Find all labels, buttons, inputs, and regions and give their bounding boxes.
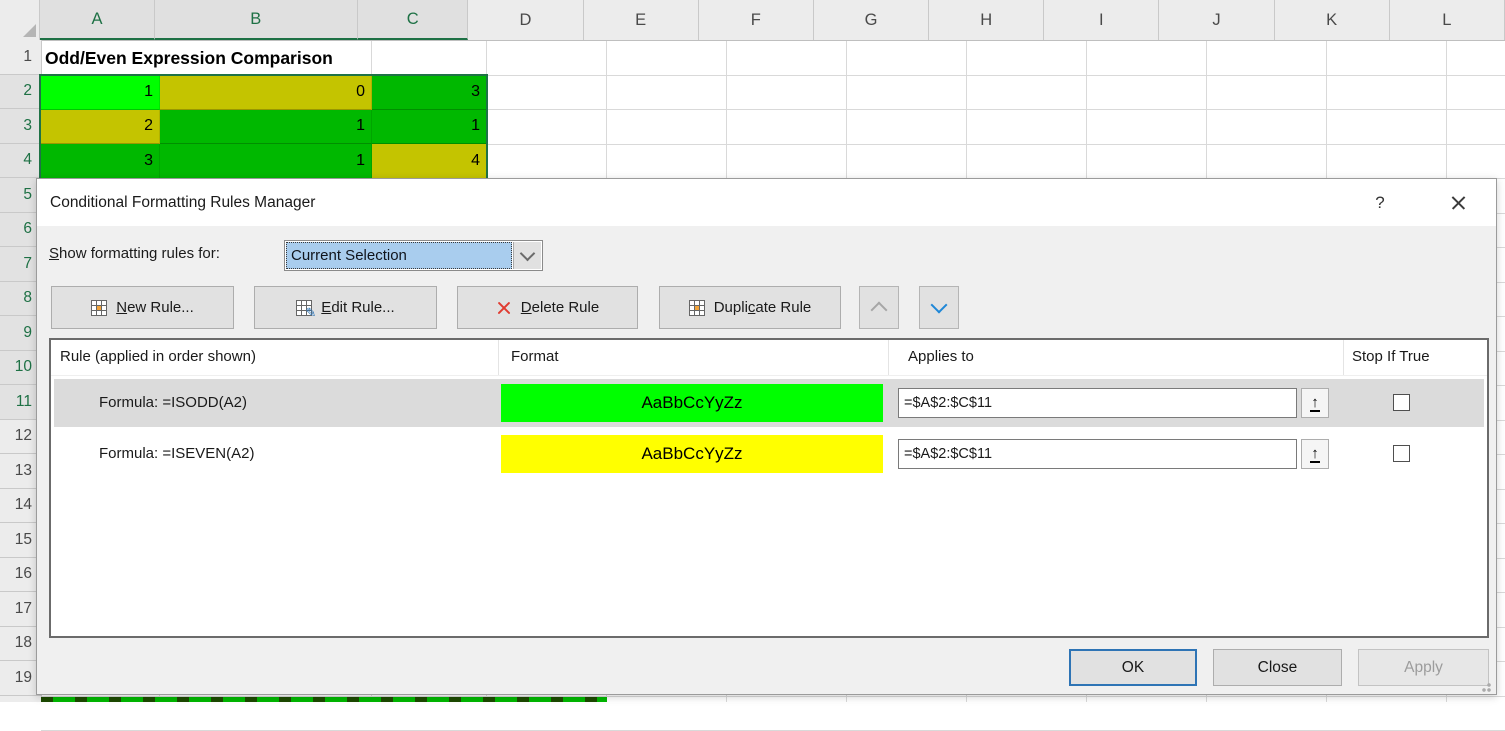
rule-description: Formula: =ISEVEN(A2) [99, 430, 254, 478]
dropdown-selected-value: Current Selection [286, 242, 512, 269]
row-header-11[interactable]: 11 [0, 385, 41, 420]
stop-if-true-checkbox[interactable] [1393, 394, 1410, 411]
column-header-D[interactable]: D [468, 0, 583, 40]
rule-description: Formula: =ISODD(A2) [99, 379, 247, 427]
select-all-button[interactable] [0, 0, 40, 40]
row-header-20[interactable]: 20 [0, 696, 41, 703]
column-header-A[interactable]: A [40, 0, 154, 40]
sheet-cell[interactable]: 1 [160, 110, 372, 145]
row-header-10[interactable]: 10 [0, 351, 41, 386]
dialog-title: Conditional Formatting Rules Manager [50, 179, 315, 226]
edit-rule-label: Edit Rule... [321, 299, 394, 316]
row-header-15[interactable]: 15 [0, 523, 41, 558]
column-header-I[interactable]: I [1044, 0, 1159, 40]
column-header-format: Format [498, 340, 888, 375]
collapse-dialog-range-button[interactable]: ↑ [1301, 439, 1329, 469]
column-header-stop-if-true: Stop If True [1343, 340, 1487, 375]
select-all-icon [23, 24, 36, 37]
dropdown-arrow-button[interactable] [513, 242, 541, 269]
help-icon[interactable]: ? [1367, 190, 1393, 216]
format-preview-swatch: AaBbCcYyZz [501, 435, 883, 473]
row-header-1[interactable]: 1 [0, 40, 41, 75]
row-header-3[interactable]: 3 [0, 109, 41, 144]
sheet-cell[interactable]: 1 [372, 110, 487, 145]
show-rules-for-label: Show formatting rules for: [49, 241, 220, 267]
rules-list: Rule (applied in order shown) Format App… [49, 338, 1489, 638]
applies-to-input[interactable] [898, 439, 1297, 469]
row-header-6[interactable]: 6 [0, 213, 41, 248]
move-rule-down-button[interactable] [919, 286, 959, 329]
column-headers: ABCDEFGHIJKL [0, 0, 1505, 41]
column-header-B[interactable]: B [155, 0, 358, 40]
chevron-down-icon [520, 246, 536, 262]
duplicate-rule-label: Duplicate Rule [714, 299, 812, 316]
sheet-cell[interactable]: 2 [41, 110, 160, 145]
ok-button[interactable]: OK [1069, 649, 1197, 686]
row-header-14[interactable]: 14 [0, 489, 41, 524]
move-rule-up-button[interactable] [859, 286, 899, 329]
rule-row[interactable]: Formula: =ISEVEN(A2) AaBbCcYyZz ↑ [54, 430, 1484, 478]
delete-rule-label: Delete Rule [521, 299, 599, 316]
applies-to-input[interactable] [898, 388, 1297, 418]
delete-rule-button[interactable]: Delete Rule [457, 286, 638, 329]
row-header-18[interactable]: 18 [0, 627, 41, 662]
dialog-titlebar[interactable]: Conditional Formatting Rules Manager ? [37, 179, 1496, 226]
column-header-J[interactable]: J [1159, 0, 1274, 40]
column-header-L[interactable]: L [1390, 0, 1505, 40]
edit-rule-pencil-icon: ✎ [296, 300, 312, 316]
show-rules-for-dropdown[interactable]: Current Selection [284, 240, 543, 271]
row-header-9[interactable]: 9 [0, 316, 41, 351]
sheet-cell[interactable]: 3 [41, 144, 160, 179]
edit-rule-button[interactable]: ✎ Edit Rule... [254, 286, 437, 329]
range-picker-icon: ↑ [1310, 395, 1320, 412]
row20-peek-strip [41, 697, 607, 703]
sheet-title-cell[interactable]: Odd/Even Expression Comparison [45, 41, 343, 76]
row-header-16[interactable]: 16 [0, 558, 41, 593]
sheet-cell[interactable]: 1 [41, 75, 160, 110]
row-header-8[interactable]: 8 [0, 282, 41, 317]
sheet-cell[interactable]: 1 [160, 144, 372, 179]
column-header-E[interactable]: E [584, 0, 699, 40]
close-button[interactable]: Close [1213, 649, 1342, 686]
collapse-dialog-range-button[interactable]: ↑ [1301, 388, 1329, 418]
column-header-H[interactable]: H [929, 0, 1044, 40]
chevron-up-icon [871, 302, 888, 319]
close-icon[interactable] [1443, 188, 1473, 218]
row-header-2[interactable]: 2 [0, 75, 41, 110]
column-header-C[interactable]: C [358, 0, 468, 40]
duplicate-rule-grid-icon [689, 300, 705, 316]
new-rule-label: New Rule... [116, 299, 194, 316]
apply-button[interactable]: Apply [1358, 649, 1489, 686]
rules-toolbar: New Rule... ✎ Edit Rule... Delete Rule D… [51, 286, 959, 329]
duplicate-rule-button[interactable]: Duplicate Rule [659, 286, 841, 329]
delete-x-icon [496, 300, 512, 316]
sheet-cell[interactable]: 4 [372, 144, 487, 179]
format-preview-swatch: AaBbCcYyZz [501, 384, 883, 422]
row-header-4[interactable]: 4 [0, 144, 41, 179]
rules-list-header: Rule (applied in order shown) Format App… [51, 340, 1487, 376]
sheet-cell[interactable]: 3 [372, 75, 487, 110]
chevron-down-icon [931, 297, 948, 314]
row-header-12[interactable]: 12 [0, 420, 41, 455]
sheet-cell[interactable]: 0 [160, 75, 372, 110]
range-picker-icon: ↑ [1310, 446, 1320, 463]
new-rule-button[interactable]: New Rule... [51, 286, 234, 329]
stop-if-true-checkbox[interactable] [1393, 445, 1410, 462]
row-header-7[interactable]: 7 [0, 247, 41, 282]
rule-row[interactable]: Formula: =ISODD(A2) AaBbCcYyZz ↑ [54, 379, 1484, 427]
column-header-rule: Rule (applied in order shown) [51, 340, 498, 375]
column-header-G[interactable]: G [814, 0, 929, 40]
column-header-K[interactable]: K [1275, 0, 1390, 40]
row-header-13[interactable]: 13 [0, 454, 41, 489]
row-header-5[interactable]: 5 [0, 178, 41, 213]
resize-grip[interactable] [1477, 680, 1491, 692]
conditional-formatting-rules-manager-dialog: Conditional Formatting Rules Manager ? S… [36, 178, 1497, 695]
row-header-17[interactable]: 17 [0, 592, 41, 627]
column-header-F[interactable]: F [699, 0, 814, 40]
column-header-applies-to: Applies to [888, 340, 1343, 375]
new-rule-grid-icon [91, 300, 107, 316]
row-header-19[interactable]: 19 [0, 661, 41, 696]
